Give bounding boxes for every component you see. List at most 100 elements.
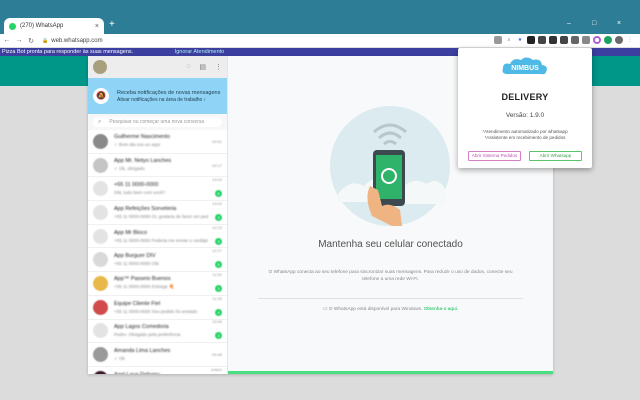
chat-list-item[interactable]: App Refeições Sorveteria +55 11 0000-0000… xyxy=(88,201,227,225)
chat-name: App Mr. Netyo Lanches xyxy=(114,158,172,165)
chat-list-item[interactable]: App Mr Bloco +55 11 0000-0000 Poderia me … xyxy=(88,225,227,249)
chat-meta: 09:48 xyxy=(208,352,222,357)
version-label: Versão: 1.9.0 xyxy=(505,112,545,119)
chat-list: Guilherme Nascimento ✓ Bom dia sou eu aqu… xyxy=(88,130,227,374)
chat-last-message: +55 11 0000-0000 Olá xyxy=(114,261,159,267)
notification-title: Receba notificações de novas mensagens xyxy=(117,89,221,96)
chat-last-message: +55 11 0000-0000 Seu pedido foi enviado xyxy=(114,308,198,314)
chat-list-item[interactable]: App Burguer DIV +55 11 0000-0000 Olá 12:27… xyxy=(88,248,227,273)
chat-list-item[interactable]: Amanda Lima Lanches ✓ Ok 09:48 xyxy=(88,343,227,367)
zoom-icon[interactable]: ⌕ xyxy=(505,36,513,44)
chat-text: App Mr. Netyo Lanches ✓ Ok, obrigado xyxy=(114,158,208,172)
avatar xyxy=(93,370,108,374)
accent-line xyxy=(228,371,553,374)
chat-list-item[interactable]: Guilherme Nascimento ✓ Bom dia sou eu aqu… xyxy=(88,130,227,154)
avatar xyxy=(93,228,108,244)
extension-icon[interactable] xyxy=(538,36,546,44)
url-field[interactable]: 🔒 web.whatsapp.com xyxy=(42,38,103,44)
chat-time: 09:51 xyxy=(211,138,222,144)
nimbus-extension-icon[interactable] xyxy=(593,36,601,44)
minimize-button[interactable]: – xyxy=(567,20,571,27)
avatar xyxy=(93,252,108,268)
chat-last-message: +55 11 0000-0000 Poderia me enviar o car… xyxy=(114,237,208,243)
url-text: web.whatsapp.com xyxy=(51,37,103,44)
extension-icon[interactable] xyxy=(527,36,535,44)
chat-sidebar: ◌ ▤ ⋮ 🔕 Receba notificações de novas men… xyxy=(88,56,228,374)
chat-name: Appl Lava Delivery xyxy=(114,372,208,374)
bell-off-icon: 🔕 xyxy=(93,88,109,104)
popup-title: DELIVERY xyxy=(501,92,549,102)
chat-text: App Refeições Sorveteria +55 11 0000-0000… xyxy=(114,206,208,219)
avatar xyxy=(93,133,108,149)
whatsapp-favicon-icon xyxy=(9,22,16,30)
maximize-button[interactable]: □ xyxy=(592,20,596,27)
chat-time: 12:23 xyxy=(211,224,222,230)
status-icon[interactable]: ◌ xyxy=(186,63,190,71)
infobar-text: Pizza Bot pronta para responder às suas … xyxy=(2,49,134,55)
chat-list-item[interactable]: App Lagos Comedoria Pedro: Obrigado pela … xyxy=(88,319,227,344)
chat-time: 12:27 xyxy=(211,248,222,254)
open-whatsapp-button[interactable]: Abrir Whatsapp xyxy=(529,151,582,161)
forward-icon[interactable]: → xyxy=(14,37,24,44)
new-tab-button[interactable]: + xyxy=(109,20,115,30)
extension-icon[interactable] xyxy=(582,36,590,44)
browser-tabbar: (270) WhatsApp × + – □ × xyxy=(0,0,640,34)
chat-list-item[interactable]: App™ Passeio Buenos +55 11 0000-0000 Entr… xyxy=(88,272,227,296)
chat-meta: ontem3 xyxy=(208,367,222,374)
feature-item: *Assistente em recebimento de pedidos xyxy=(484,135,566,140)
tab-close-icon[interactable]: × xyxy=(95,23,99,30)
add-extension-icon[interactable] xyxy=(604,36,612,44)
translate-icon[interactable] xyxy=(494,36,502,44)
chat-last-message: ✓ Bom dia sou eu aqui xyxy=(114,142,161,148)
extension-icon[interactable] xyxy=(571,36,579,44)
search-placeholder: Pesquisar ou começar uma nova conversa xyxy=(109,119,205,125)
chat-list-item[interactable]: Equipe Cliente Fiel +55 11 0000-0000 Seu … xyxy=(88,296,227,320)
chat-last-message: ✓ Ok xyxy=(114,355,125,361)
chat-last-message: ✓ Ok, obrigado xyxy=(114,166,145,172)
avatar xyxy=(93,347,108,363)
avatar[interactable] xyxy=(93,60,107,74)
extension-icon[interactable] xyxy=(549,36,557,44)
chat-time: 11:26 xyxy=(212,295,222,301)
menu-icon[interactable]: ⋮ xyxy=(215,63,222,71)
extension-icon[interactable] xyxy=(560,36,568,44)
chat-time: 09:48 xyxy=(211,352,222,358)
chat-text: Guilherme Nascimento ✓ Bom dia sou eu aqu… xyxy=(114,134,208,148)
chat-time: 13:02 xyxy=(211,200,222,206)
browser-tab[interactable]: (270) WhatsApp × xyxy=(4,18,104,34)
unread-badge: 3 xyxy=(215,237,222,245)
chat-meta: 12:27 5 xyxy=(208,248,222,271)
chat-list-item[interactable]: App Mr. Netyo Lanches ✓ Ok, obrigado 09:17 xyxy=(88,154,227,178)
chat-time: 09:17 xyxy=(211,162,222,168)
search-input[interactable]: ⌕ Pesquisar ou começar uma nova conversa xyxy=(93,117,222,127)
chat-meta: 12:23 3 xyxy=(208,225,222,248)
menu-kebab-icon[interactable]: ⋮ xyxy=(626,36,634,44)
windows-download-link[interactable]: Obtenha-o aqui. xyxy=(424,307,458,312)
chat-list-item[interactable]: Appl Lava Delivery+55 11 0000-0000ontem3 xyxy=(88,367,227,374)
infobar-link[interactable]: Ignorar Atendimento xyxy=(175,49,225,55)
open-orders-button[interactable]: Abrir Sistema Pedidos xyxy=(468,151,521,161)
divider xyxy=(258,298,523,299)
avatar xyxy=(93,157,108,173)
chat-time: 13:03 xyxy=(211,177,222,183)
notification-subtitle[interactable]: Ativar notificações na área de trabalho … xyxy=(117,97,220,103)
star-icon[interactable]: ★ xyxy=(516,36,524,44)
avatar xyxy=(93,299,108,315)
chat-list-item[interactable]: +55 11 0000-0000 Olá, tudo bem com você? 1… xyxy=(88,177,227,202)
chat-meta: 09:17 xyxy=(208,163,222,168)
chat-last-message: +55 11 0000-0000 Entrega 🍕 xyxy=(114,284,175,290)
chat-name: Amanda Lima Lanches xyxy=(114,347,171,354)
chat-name: App Lagos Comedoria xyxy=(114,324,169,331)
new-chat-icon[interactable]: ▤ xyxy=(199,63,206,71)
back-icon[interactable]: ← xyxy=(2,37,12,44)
chat-text: Amanda Lima Lanches ✓ Ok xyxy=(114,348,208,362)
close-window-button[interactable]: × xyxy=(617,20,621,27)
unread-badge: 4 xyxy=(215,308,222,316)
avatar xyxy=(93,204,108,220)
logo-text: NIMBUS xyxy=(511,65,539,72)
profile-avatar-icon[interactable] xyxy=(615,36,623,44)
reload-icon[interactable]: ↻ xyxy=(26,37,36,45)
address-bar: ← → ↻ 🔒 web.whatsapp.com ⌕ ★ ⋮ xyxy=(0,34,640,48)
chat-text: App Burguer DIV +55 11 0000-0000 Olá xyxy=(114,253,208,266)
notification-banner[interactable]: 🔕 Receba notificações de novas mensagens… xyxy=(88,78,227,114)
